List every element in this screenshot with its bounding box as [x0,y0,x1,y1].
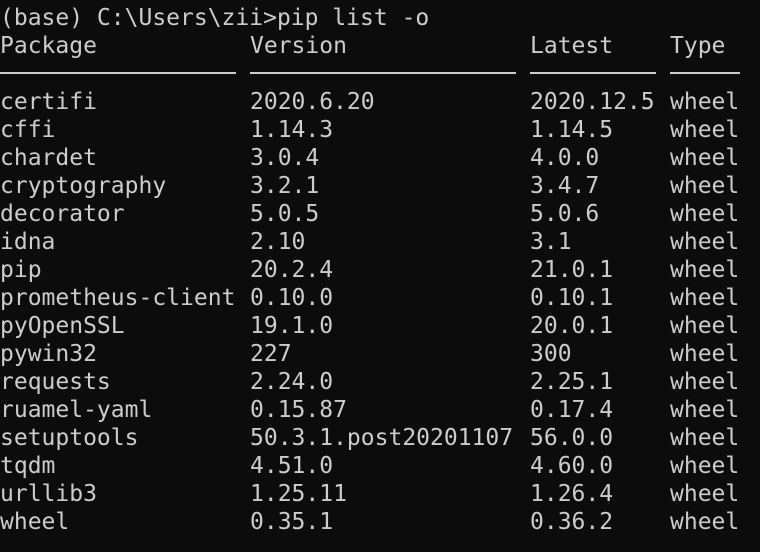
cell-latest: 3.1 [530,229,572,255]
table-row: pywin32 227 300 wheel [0,340,760,368]
table-header-row: Package Version Latest Type [0,32,760,60]
cell-latest: 300 [530,341,572,367]
separator-latest [530,72,656,74]
cell-type: wheel [670,481,740,507]
cell-type: wheel [670,453,740,479]
cell-version: 3.2.1 [250,173,320,199]
cell-package: wheel [0,509,70,535]
cell-type: wheel [670,173,740,199]
table-row: idna 2.10 3.1 wheel [0,228,760,256]
cell-type: wheel [670,201,740,227]
cell-latest: 56.0.0 [530,425,614,451]
cell-type: wheel [670,369,740,395]
cell-version: 4.51.0 [250,453,334,479]
table-row: chardet 3.0.4 4.0.0 wheel [0,144,760,172]
cell-latest: 4.60.0 [530,453,614,479]
cell-type: wheel [670,117,740,143]
cell-version: 227 [250,341,292,367]
cell-version: 1.14.3 [250,117,334,143]
table-row: cryptography 3.2.1 3.4.7 wheel [0,172,760,200]
cell-latest: 2020.12.5 [530,89,655,115]
cell-package: decorator [0,201,125,227]
separator-version [250,72,516,74]
cell-type: wheel [670,509,740,535]
cell-latest: 3.4.7 [530,173,600,199]
cell-package: pip [0,257,42,283]
table-row: setuptools 50.3.1.post20201107 56.0.0 wheel [0,424,760,452]
cell-latest: 4.0.0 [530,145,600,171]
cell-latest: 0.36.2 [530,509,614,535]
cell-type: wheel [670,89,740,115]
header-version: Version [250,33,347,59]
cell-package: cryptography [0,173,167,199]
cell-type: wheel [670,257,740,283]
header-type: Type [670,33,726,59]
cell-package: requests [0,369,111,395]
cell-latest: 2.25.1 [530,369,614,395]
cell-version: 20.2.4 [250,257,334,283]
command-line: (base) C:\Users\zii>pip list -o [0,4,429,32]
cell-latest: 21.0.1 [530,257,614,283]
cell-version: 0.10.0 [250,285,334,311]
table-row: wheel 0.35.1 0.36.2 wheel [0,508,760,536]
cell-type: wheel [670,285,740,311]
cell-latest: 5.0.6 [530,201,600,227]
cell-version: 1.25.11 [250,481,347,507]
cell-package: tqdm [0,453,56,479]
cell-type: wheel [670,313,740,339]
table-row: ruamel-yaml 0.15.87 0.17.4 wheel [0,396,760,424]
cell-type: wheel [670,229,740,255]
cell-version: 2020.6.20 [250,89,375,115]
table-row: certifi 2020.6.20 2020.12.5 wheel [0,88,760,116]
table-row: tqdm 4.51.0 4.60.0 wheel [0,452,760,480]
cell-package: prometheus-client [0,285,236,311]
cell-version: 5.0.5 [250,201,320,227]
table-row: pyOpenSSL 19.1.0 20.0.1 wheel [0,312,760,340]
table-row: cffi 1.14.3 1.14.5 wheel [0,116,760,144]
cell-package: urllib3 [0,481,97,507]
table-row: requests 2.24.0 2.25.1 wheel [0,368,760,396]
cell-type: wheel [670,341,740,367]
cell-latest: 1.14.5 [530,117,614,143]
cell-package: pyOpenSSL [0,313,125,339]
cell-package: pywin32 [0,341,97,367]
cell-version: 2.10 [250,229,306,255]
cell-type: wheel [670,397,740,423]
cell-version: 50.3.1.post20201107 [250,425,514,451]
cell-latest: 0.10.1 [530,285,614,311]
cell-type: wheel [670,425,740,451]
cell-version: 2.24.0 [250,369,334,395]
cell-version: 0.15.87 [250,397,347,423]
cell-package: certifi [0,89,97,115]
cell-package: chardet [0,145,97,171]
header-package: Package [0,33,97,59]
cell-package: ruamel-yaml [0,397,153,423]
table-row: pip 20.2.4 21.0.1 wheel [0,256,760,284]
table-row: urllib3 1.25.11 1.26.4 wheel [0,480,760,508]
header-latest: Latest [530,33,614,59]
separator-package [0,72,236,74]
cell-version: 0.35.1 [250,509,334,535]
cell-package: cffi [0,117,56,143]
cell-latest: 20.0.1 [530,313,614,339]
cell-package: setuptools [0,425,139,451]
cell-latest: 0.17.4 [530,397,614,423]
cell-latest: 1.26.4 [530,481,614,507]
cell-version: 3.0.4 [250,145,320,171]
terminal-window[interactable]: (base) C:\Users\zii>pip list -o Package … [0,0,760,552]
command-prompt: (base) C:\Users\zii>pip list -o [0,5,430,31]
cell-package: idna [0,229,56,255]
separator-type [670,72,740,74]
cell-version: 19.1.0 [250,313,334,339]
cell-type: wheel [670,145,740,171]
table-row: decorator 5.0.5 5.0.6 wheel [0,200,760,228]
table-row: prometheus-client 0.10.0 0.10.1 wheel [0,284,760,312]
